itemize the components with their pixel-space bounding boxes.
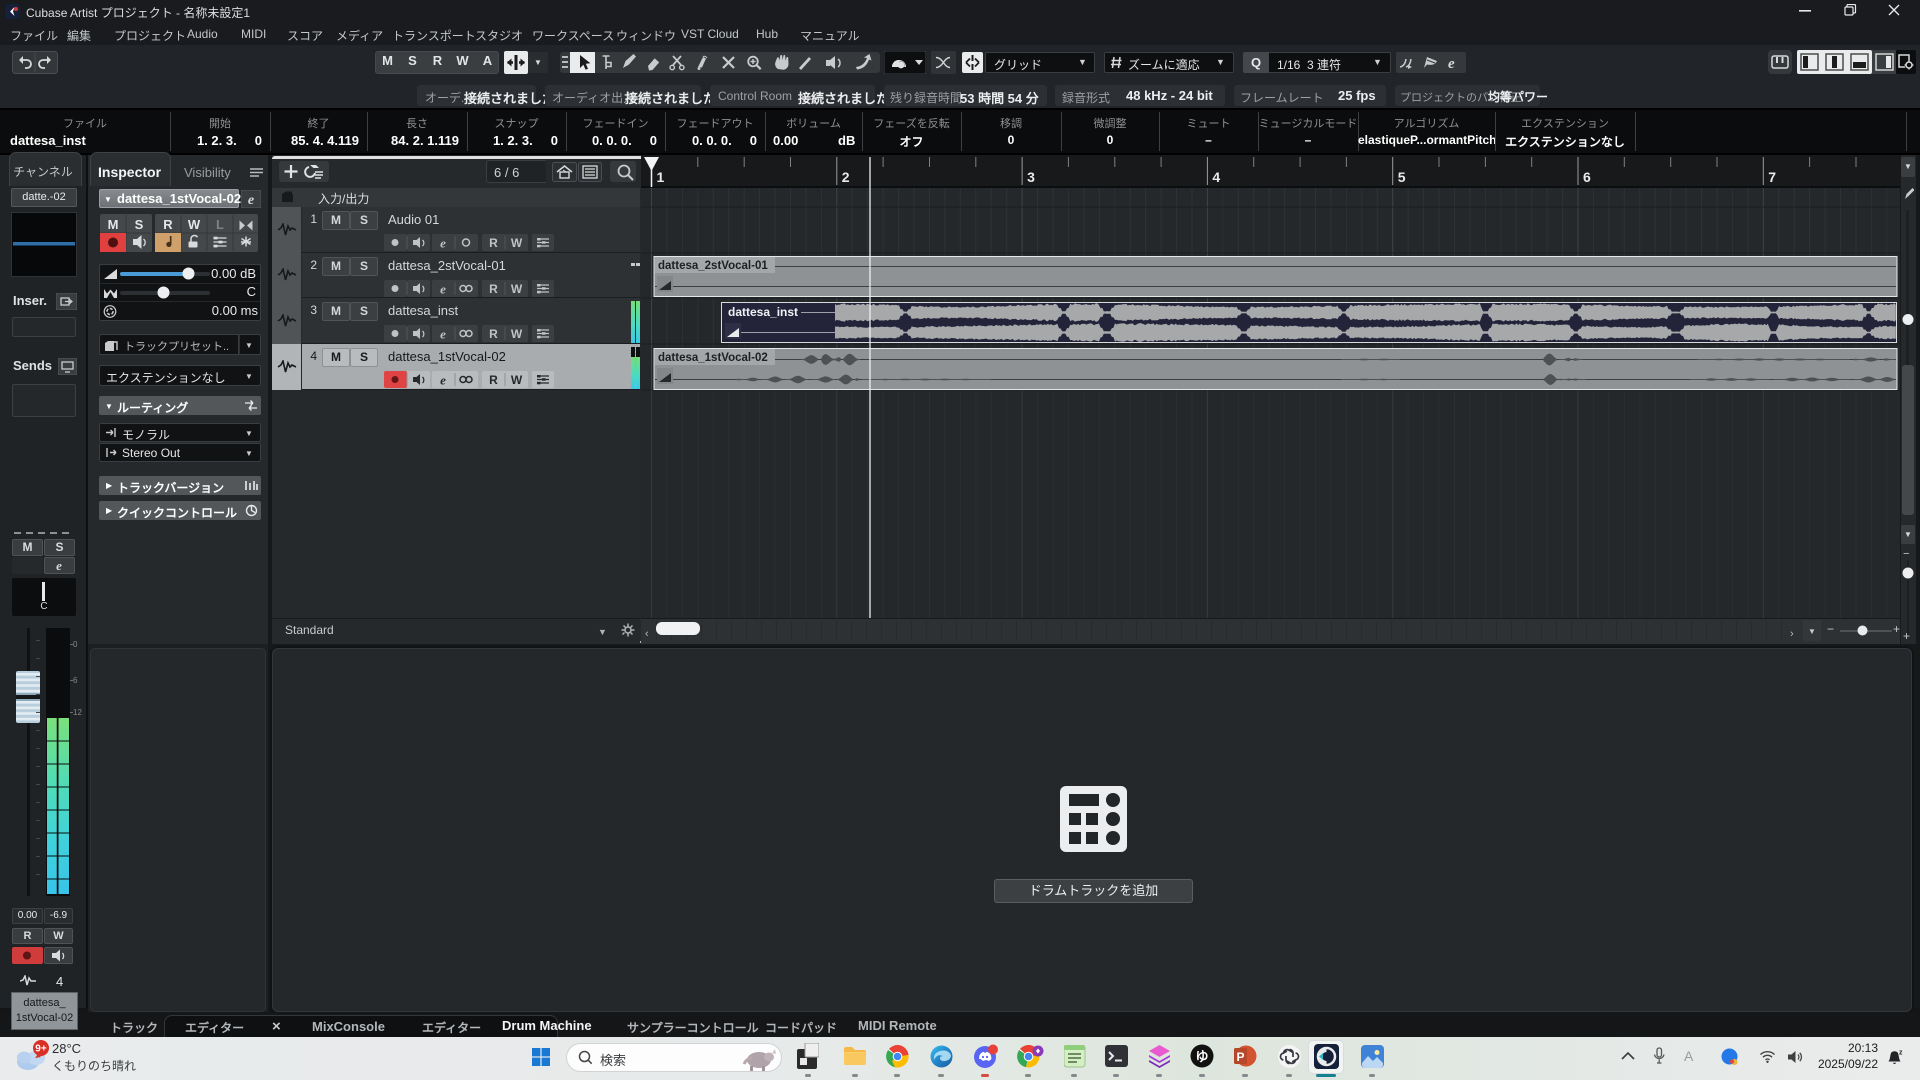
- svg-text:ゆ: ゆ: [1195, 1049, 1208, 1064]
- svg-text:e: e: [1448, 56, 1455, 72]
- svg-text:3: 3: [1027, 169, 1035, 185]
- svg-text:R: R: [489, 373, 498, 387]
- svg-text:W: W: [511, 373, 523, 387]
- svg-text:e: e: [440, 327, 446, 342]
- svg-text:6: 6: [1583, 169, 1591, 185]
- svg-text:R: R: [489, 282, 498, 296]
- svg-text:dattesa_1stVocal-02: dattesa_1stVocal-02: [658, 352, 768, 364]
- svg-text:S: S: [135, 217, 144, 232]
- svg-text:z: z: [1899, 1050, 1903, 1057]
- svg-text:dattesa_2stVocal-01: dattesa_2stVocal-01: [658, 260, 768, 272]
- svg-text:W: W: [511, 236, 523, 250]
- svg-text:L: L: [216, 217, 224, 232]
- svg-text:M: M: [108, 217, 119, 232]
- svg-text:e: e: [440, 282, 446, 297]
- svg-text:7: 7: [1768, 169, 1776, 185]
- svg-text:P: P: [1236, 1050, 1244, 1064]
- svg-text:e: e: [248, 193, 254, 208]
- svg-text:1: 1: [657, 169, 665, 185]
- svg-text:e: e: [56, 558, 62, 573]
- svg-text:R: R: [489, 327, 498, 341]
- svg-text:R: R: [489, 236, 498, 250]
- svg-text:W: W: [188, 217, 201, 232]
- svg-text:dattesa_inst: dattesa_inst: [728, 305, 798, 319]
- svg-text:W: W: [511, 327, 523, 341]
- svg-text:9+: 9+: [35, 1044, 47, 1055]
- svg-text:4: 4: [1212, 169, 1220, 185]
- svg-text:e: e: [440, 373, 446, 388]
- svg-text:2: 2: [842, 169, 850, 185]
- svg-text:e: e: [440, 236, 446, 251]
- svg-text:5: 5: [1398, 169, 1406, 185]
- svg-text:R: R: [163, 217, 173, 232]
- svg-text:W: W: [511, 282, 523, 296]
